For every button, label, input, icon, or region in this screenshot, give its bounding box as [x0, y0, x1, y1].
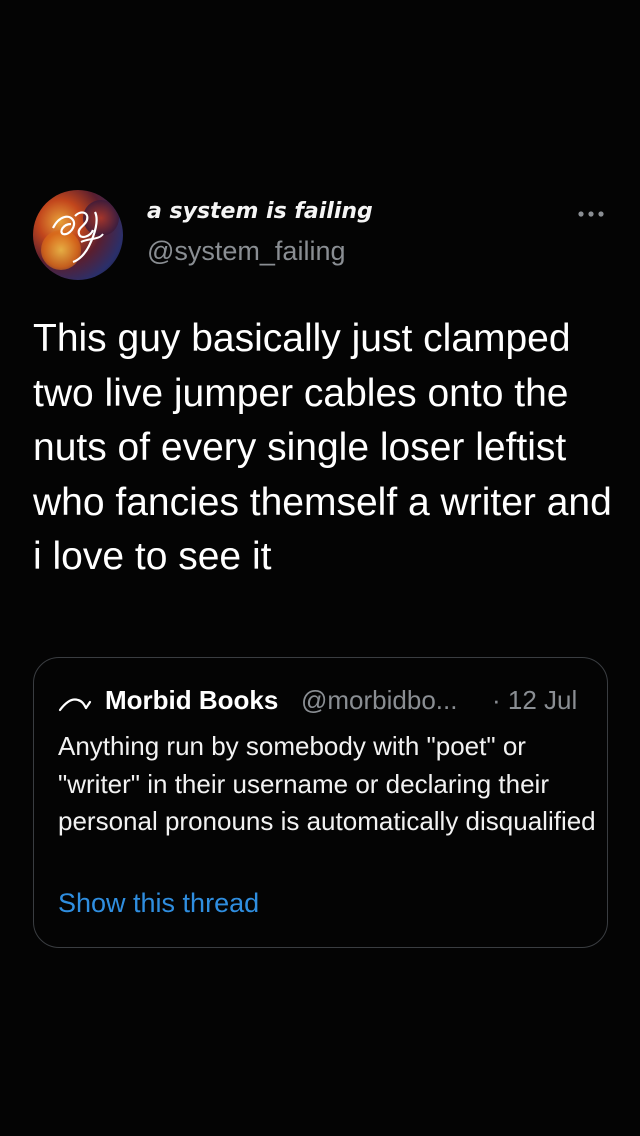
quoted-author-name[interactable]: Morbid Books	[105, 685, 278, 716]
tweet-text: This guy basically just clamped two live…	[33, 317, 612, 578]
more-options-icon[interactable]	[576, 206, 606, 222]
quoted-tweet-card[interactable]: Morbid Books @morbidbo... · 12 Jul Anyth…	[33, 657, 608, 948]
quoted-author-handle[interactable]: @morbidbo...	[301, 685, 457, 716]
avatar-monogram-icon	[52, 211, 104, 264]
tweet-screen: a system is failing @system_failing This…	[0, 0, 640, 1136]
morbid-books-logo-icon	[58, 698, 92, 712]
quoted-tweet-date: · 12 Jul	[492, 685, 578, 715]
author-handle[interactable]: @system_failing	[147, 236, 345, 267]
author-avatar[interactable]	[33, 190, 123, 280]
author-display-name[interactable]: a system is failing	[147, 199, 373, 224]
quoted-tweet-text: Anything run by somebody with "poet" or …	[58, 731, 596, 836]
show-thread-link[interactable]: Show this thread	[58, 888, 259, 919]
